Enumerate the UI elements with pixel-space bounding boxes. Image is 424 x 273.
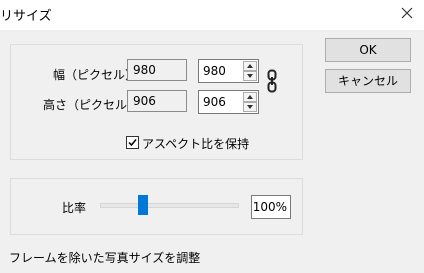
keep-aspect-checkbox[interactable] bbox=[126, 136, 139, 149]
original-height-value: 906 bbox=[133, 94, 156, 108]
original-height-field: 906 bbox=[127, 90, 187, 112]
arrow-up-icon bbox=[247, 64, 253, 68]
window-title: リサイズ bbox=[0, 9, 52, 24]
height-up-button[interactable] bbox=[243, 92, 257, 102]
ratio-percent-input[interactable]: 100% bbox=[251, 195, 291, 219]
width-down-button[interactable] bbox=[243, 71, 257, 81]
original-width-field: 980 bbox=[127, 59, 187, 81]
width-spinner[interactable]: 980 bbox=[198, 59, 259, 83]
arrow-down-icon bbox=[247, 105, 253, 109]
height-label: 高さ（ピクセル） bbox=[43, 98, 140, 112]
width-label: 幅（ピクセル） bbox=[53, 68, 138, 82]
close-icon[interactable] bbox=[398, 4, 416, 22]
original-width-value: 980 bbox=[133, 63, 156, 77]
chain-link-icon[interactable] bbox=[267, 69, 277, 96]
width-input[interactable]: 980 bbox=[203, 60, 226, 82]
ratio-label: 比率 bbox=[62, 201, 87, 215]
title-bar: リサイズ bbox=[0, 0, 424, 30]
ratio-slider-thumb[interactable] bbox=[138, 195, 148, 215]
checkmark-icon bbox=[128, 139, 137, 147]
keep-aspect-label[interactable]: アスペクト比を保持 bbox=[142, 135, 249, 152]
arrow-up-icon bbox=[247, 95, 253, 99]
height-spinner[interactable]: 906 bbox=[198, 90, 259, 114]
height-input[interactable]: 906 bbox=[203, 91, 226, 113]
ok-button[interactable]: OK bbox=[325, 38, 411, 62]
width-up-button[interactable] bbox=[243, 61, 257, 71]
arrow-down-icon bbox=[247, 74, 253, 78]
footer-note: フレームを除いた写真サイズを調整 bbox=[9, 251, 201, 265]
cancel-button[interactable]: キャンセル bbox=[325, 69, 411, 93]
ratio-slider-track[interactable] bbox=[100, 203, 239, 208]
height-down-button[interactable] bbox=[243, 102, 257, 112]
